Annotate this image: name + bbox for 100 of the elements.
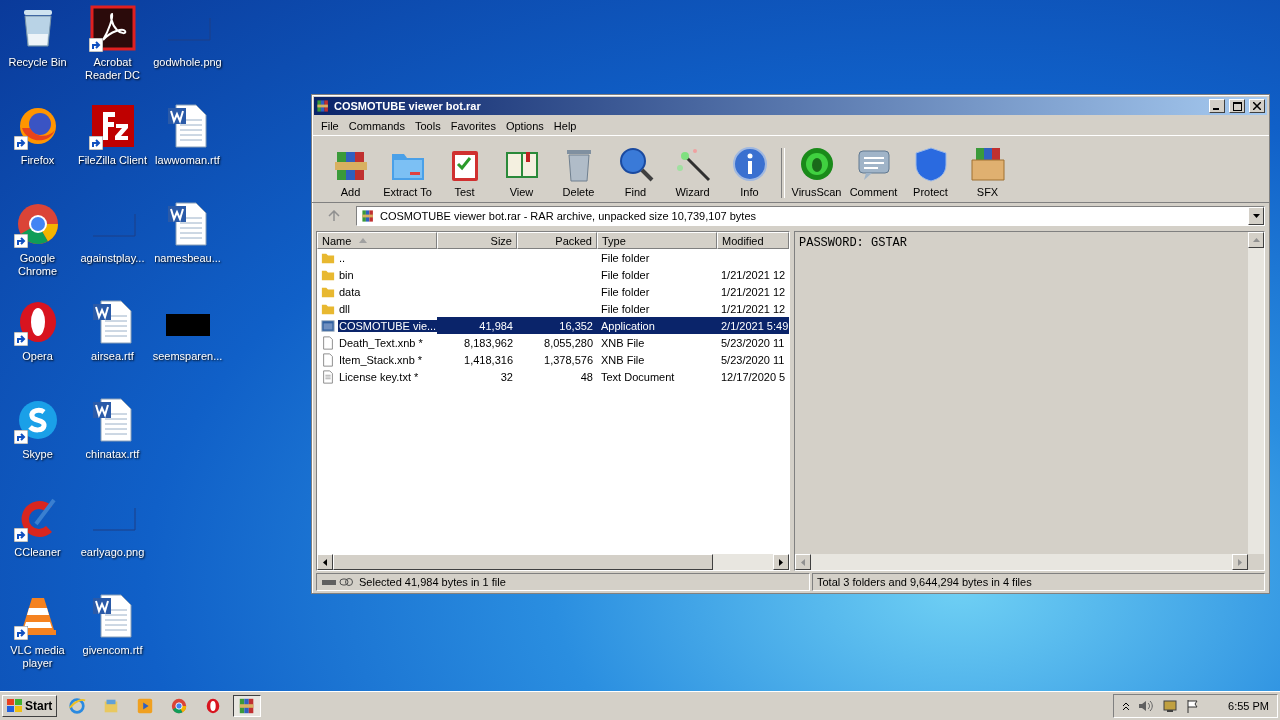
desktop-icon-label[interactable]: givencom.rtf [82, 644, 143, 657]
desktop-icon-label[interactable]: Acrobat Reader DC [75, 56, 150, 82]
toolbar-button[interactable]: Protect [902, 146, 959, 198]
scrollbar-thumb[interactable] [333, 554, 713, 570]
clock[interactable]: 6:55 PM [1228, 700, 1269, 712]
status-left: Selected 41,984 bytes in 1 file [316, 573, 810, 591]
desktop-icon-label[interactable]: CCleaner [14, 546, 61, 559]
chrome-icon [170, 697, 189, 715]
desktop-icon-label[interactable]: Firefox [20, 154, 55, 167]
table-cell: 41,984 [437, 317, 517, 334]
box-icon [969, 146, 1006, 182]
file-name[interactable]: dll [338, 302, 351, 315]
desktop-icon-label[interactable]: Google Chrome [0, 252, 75, 278]
start-button[interactable]: Start [2, 695, 58, 717]
table-cell-text: XNB File [600, 352, 646, 368]
file-name[interactable]: data [338, 285, 362, 298]
wand-icon [674, 146, 711, 182]
file-name[interactable]: Death_Text.xnb * [338, 336, 424, 349]
path-field[interactable]: COSMOTUBE viewer bot.rar - RAR archive, unpacked size 10,739,107 bytes [356, 206, 1265, 226]
file-icon [321, 352, 335, 367]
table-cell-text: 1/21/2021 12 [720, 301, 787, 317]
table-cell-text: File folder [600, 301, 651, 317]
desktop-icon-label[interactable]: Skype [22, 448, 53, 461]
menu-item[interactable]: File [316, 120, 344, 132]
chevron-icon[interactable] [1122, 701, 1131, 711]
window-title: COSMOTUBE viewer bot.rar [334, 100, 482, 112]
close-icon [1253, 102, 1261, 110]
file-name[interactable]: COSMOTUBE vie... [338, 319, 438, 332]
ie-icon [68, 697, 87, 715]
toolbar-button[interactable]: Find [607, 146, 664, 198]
table-cell-text: 32 [499, 369, 514, 385]
menu-item[interactable]: Help [548, 120, 582, 132]
file-name[interactable]: .. [338, 251, 347, 264]
toolbar-button[interactable]: Add [322, 146, 379, 198]
toolbar-button[interactable]: SFX [959, 146, 1016, 198]
network-icon[interactable] [1162, 699, 1179, 713]
desktop-icon-label[interactable]: godwhole.png [153, 56, 222, 69]
desktop-icon-label[interactable]: earlyago.png [80, 546, 145, 559]
menu-item[interactable]: Commands [343, 120, 410, 132]
table-cell-text: File folder [600, 284, 651, 300]
dropdown-button[interactable] [1248, 207, 1264, 225]
desktop-icon-label[interactable]: VLC media player [0, 644, 75, 670]
toolbar-button[interactable]: Test [436, 146, 493, 198]
sort-arrow-icon [359, 238, 368, 243]
caret-icon [1252, 214, 1260, 218]
speaker-icon[interactable] [1138, 699, 1155, 713]
application-icon [321, 318, 335, 333]
drive-icon [321, 577, 355, 587]
table-cell: 16,352 [517, 317, 597, 334]
maximize-button[interactable] [1229, 99, 1245, 113]
desktop-icon-label[interactable]: namesbeau... [154, 252, 221, 265]
toolbar-button[interactable]: Info [721, 146, 778, 198]
file-icon [321, 369, 335, 384]
table-cell-text: File folder [600, 250, 651, 266]
toolbar-button[interactable]: VirusScan [788, 146, 845, 198]
desktop-icon-label[interactable]: againstplay... [80, 252, 145, 265]
column-header[interactable]: Modified [717, 232, 789, 249]
menu-item[interactable]: Options [500, 120, 549, 132]
toolbar-button[interactable]: Wizard [664, 146, 721, 198]
desktop-icon-label[interactable]: airsea.rtf [91, 350, 134, 363]
file-icon [321, 335, 335, 350]
desktop-icon-label[interactable]: Opera [22, 350, 53, 363]
table-cell-text: File folder [600, 267, 651, 283]
table-cell-text: 1,378,576 [543, 352, 594, 368]
file-name[interactable]: bin [338, 268, 355, 281]
toolbar-button[interactable]: Extract To [379, 146, 436, 198]
table-cell-text: 1/21/2021 12 [720, 267, 787, 283]
column-header[interactable]: Size [437, 232, 517, 249]
menu-item[interactable]: Tools [410, 120, 446, 132]
file-name[interactable]: License key.txt * [338, 370, 420, 383]
table-cell-text: 1/21/2021 12 [720, 284, 787, 300]
windows-logo-icon [7, 699, 23, 713]
flag-icon[interactable] [1186, 699, 1201, 713]
toolbar-button[interactable]: Comment [845, 146, 902, 198]
menu-item[interactable]: Favorites [445, 120, 501, 132]
desktop-icon-label[interactable]: seemsparen... [152, 350, 223, 363]
close-button[interactable] [1249, 99, 1265, 113]
desktop-icon-label[interactable]: chinatax.rtf [85, 448, 140, 461]
preview-text: PASSWORD: GSTAR [798, 235, 909, 252]
column-header[interactable]: Name [317, 232, 437, 249]
table-cell-text: 8,055,280 [543, 335, 594, 351]
app-icon[interactable] [88, 4, 137, 52]
desktop-icon-label[interactable]: Recycle Bin [8, 56, 67, 69]
toolbar-button[interactable]: View [493, 146, 550, 198]
table-cell-text: XNB File [600, 335, 646, 351]
desktop-icon-label[interactable]: FileZilla Client [77, 154, 148, 167]
archive-icon [316, 99, 330, 113]
archive-icon [361, 209, 375, 223]
file-name[interactable]: Item_Stack.xnb * [338, 353, 424, 366]
column-header[interactable]: Type [597, 232, 717, 249]
media-icon [136, 697, 155, 715]
table-cell-text: 12/17/2020 5 [720, 369, 787, 385]
table-cell-text: 5/23/2020 11 [720, 352, 786, 368]
toolbar-button[interactable]: Delete [550, 146, 607, 198]
minimize-button[interactable] [1209, 99, 1225, 113]
taskbar-app[interactable] [233, 695, 262, 717]
table-cell-text: 5/23/2020 11 [720, 335, 786, 351]
shield-icon [912, 146, 949, 182]
column-header[interactable]: Packed [517, 232, 597, 249]
desktop-icon-label[interactable]: lawwoman.rtf [155, 154, 220, 167]
